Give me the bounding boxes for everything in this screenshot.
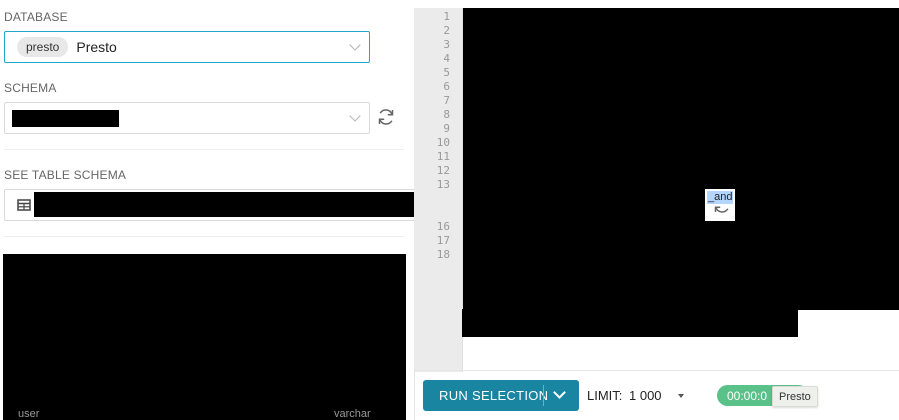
tooltip-text: Presto xyxy=(779,390,811,403)
line-number: 16 xyxy=(436,220,450,233)
database-tag: presto xyxy=(17,37,69,57)
schema-label: SCHEMA xyxy=(4,81,57,95)
divider xyxy=(414,370,899,371)
line-number: 12 xyxy=(436,164,450,177)
table-value-redacted xyxy=(34,192,458,217)
line-number: 17 xyxy=(436,234,450,247)
line-number: 11 xyxy=(436,150,450,163)
divider xyxy=(4,236,404,237)
divider xyxy=(414,370,415,420)
line-number: 3 xyxy=(443,38,450,51)
caret-down-icon[interactable] xyxy=(678,394,684,398)
chevron-down-icon xyxy=(349,39,361,51)
line-number: 1 xyxy=(443,10,450,23)
timer-value: 00:00:0 xyxy=(727,388,768,403)
table-schema-label: SEE TABLE SCHEMA xyxy=(4,168,127,182)
limit-label: LIMIT: xyxy=(587,388,623,403)
line-number: 6 xyxy=(443,80,450,93)
limit-select[interactable]: 1 000 xyxy=(629,388,662,403)
line-number: 2 xyxy=(443,24,450,37)
chevron-down-icon xyxy=(349,110,361,122)
editor-highlighted-text: _and xyxy=(707,191,734,204)
divider xyxy=(4,149,404,150)
schema-value-redacted xyxy=(12,110,119,127)
line-number: 18 xyxy=(436,248,450,261)
run-selection-button[interactable]: RUN SELECTION xyxy=(423,380,579,411)
line-number xyxy=(414,192,462,206)
button-separator xyxy=(543,385,544,406)
schema-results-redacted xyxy=(3,254,406,420)
editor-content-redacted xyxy=(463,8,899,310)
line-number xyxy=(414,206,462,220)
run-selection-label: RUN SELECTION xyxy=(439,388,549,403)
line-number: 4 xyxy=(443,52,450,65)
tooltip: Presto xyxy=(772,386,818,407)
line-number: 13 xyxy=(436,178,450,191)
database-value: Presto xyxy=(76,39,117,55)
database-label: DATABASE xyxy=(4,10,68,24)
line-number: 9 xyxy=(443,122,450,135)
chevron-down-icon[interactable] xyxy=(553,386,566,399)
schema-select[interactable] xyxy=(4,102,370,134)
column-type: varchar xyxy=(334,408,371,420)
line-number: 5 xyxy=(443,66,450,79)
editor-content-redacted xyxy=(462,309,798,337)
line-number: 10 xyxy=(436,136,450,149)
database-select[interactable]: presto Presto xyxy=(4,31,370,63)
refresh-schema-icon[interactable] xyxy=(376,107,396,127)
line-number: 7 xyxy=(443,94,450,107)
editor-gutter: 1 2 3 4 5 6 7 8 9 10 11 12 13 16 17 18 xyxy=(414,8,463,372)
column-name: user xyxy=(18,408,40,420)
table-icon xyxy=(17,199,31,211)
line-number: 8 xyxy=(443,108,450,121)
